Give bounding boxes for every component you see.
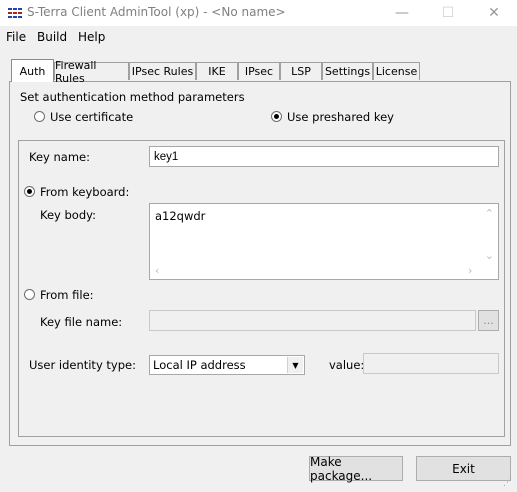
tab-lsp[interactable]: LSP bbox=[280, 62, 322, 80]
tab-settings[interactable]: Settings bbox=[322, 62, 373, 80]
tab-license[interactable]: License bbox=[373, 62, 420, 80]
browse-button[interactable]: ... bbox=[478, 310, 499, 331]
menu-build[interactable]: Build bbox=[37, 30, 67, 44]
section-label: Set authentication method parameters bbox=[20, 90, 245, 104]
scroll-down-icon[interactable]: ⌄ bbox=[485, 249, 494, 262]
scroll-right-icon[interactable]: › bbox=[468, 264, 472, 277]
tab-firewall-rules[interactable]: Firewall Rules bbox=[54, 59, 129, 85]
minimize-button[interactable]: — bbox=[379, 0, 425, 26]
from-file-radio[interactable] bbox=[24, 289, 35, 300]
close-icon: ✕ bbox=[488, 5, 500, 21]
key-body-text: a12qwdr bbox=[155, 209, 206, 223]
user-identity-value: Local IP address bbox=[153, 358, 246, 372]
chevron-down-icon[interactable]: ▼ bbox=[287, 357, 303, 373]
tab-ipsec[interactable]: IPsec bbox=[238, 62, 280, 80]
use-preshared-label[interactable]: Use preshared key bbox=[287, 110, 394, 124]
from-file-label[interactable]: From file: bbox=[40, 288, 94, 302]
size-grip-icon[interactable]: ⋰ bbox=[503, 478, 515, 490]
maximize-icon: ☐ bbox=[441, 5, 455, 21]
key-file-name-input[interactable] bbox=[149, 310, 476, 331]
user-identity-label: User identity type: bbox=[29, 358, 136, 372]
app-icon bbox=[7, 5, 23, 21]
key-name-label: Key name: bbox=[29, 150, 90, 164]
tab-ike[interactable]: IKE bbox=[196, 62, 238, 80]
maximize-button[interactable]: ☐ bbox=[425, 0, 471, 26]
close-button[interactable]: ✕ bbox=[471, 0, 517, 26]
from-keyboard-label[interactable]: From keyboard: bbox=[40, 185, 129, 199]
exit-button[interactable]: Exit bbox=[416, 456, 511, 481]
from-keyboard-radio[interactable] bbox=[24, 186, 35, 197]
use-certificate-label[interactable]: Use certificate bbox=[50, 110, 133, 124]
tab-ipsec-rules[interactable]: IPsec Rules bbox=[129, 62, 196, 80]
key-body-textarea[interactable]: a12qwdr ⌃ ⌄ ‹ › bbox=[149, 203, 499, 280]
user-identity-select[interactable]: Local IP address ▼ bbox=[149, 355, 305, 375]
scroll-left-icon[interactable]: ‹ bbox=[155, 264, 159, 277]
value-input[interactable] bbox=[363, 353, 499, 374]
minimize-icon: — bbox=[395, 5, 409, 21]
tab-auth[interactable]: Auth bbox=[11, 59, 54, 82]
window-title: S-Terra Client AdminTool (xp) - <No name… bbox=[27, 5, 286, 19]
key-file-name-label: Key file name: bbox=[40, 315, 123, 329]
scroll-up-icon[interactable]: ⌃ bbox=[485, 207, 494, 220]
key-name-input[interactable] bbox=[149, 146, 499, 167]
use-preshared-radio[interactable] bbox=[271, 111, 282, 122]
make-package-button[interactable]: Make package... bbox=[309, 455, 403, 483]
use-certificate-radio[interactable] bbox=[34, 111, 45, 122]
menu-file[interactable]: File bbox=[6, 30, 26, 44]
key-body-label: Key body: bbox=[40, 208, 96, 222]
value-label: value: bbox=[329, 358, 365, 372]
menu-help[interactable]: Help bbox=[78, 30, 105, 44]
